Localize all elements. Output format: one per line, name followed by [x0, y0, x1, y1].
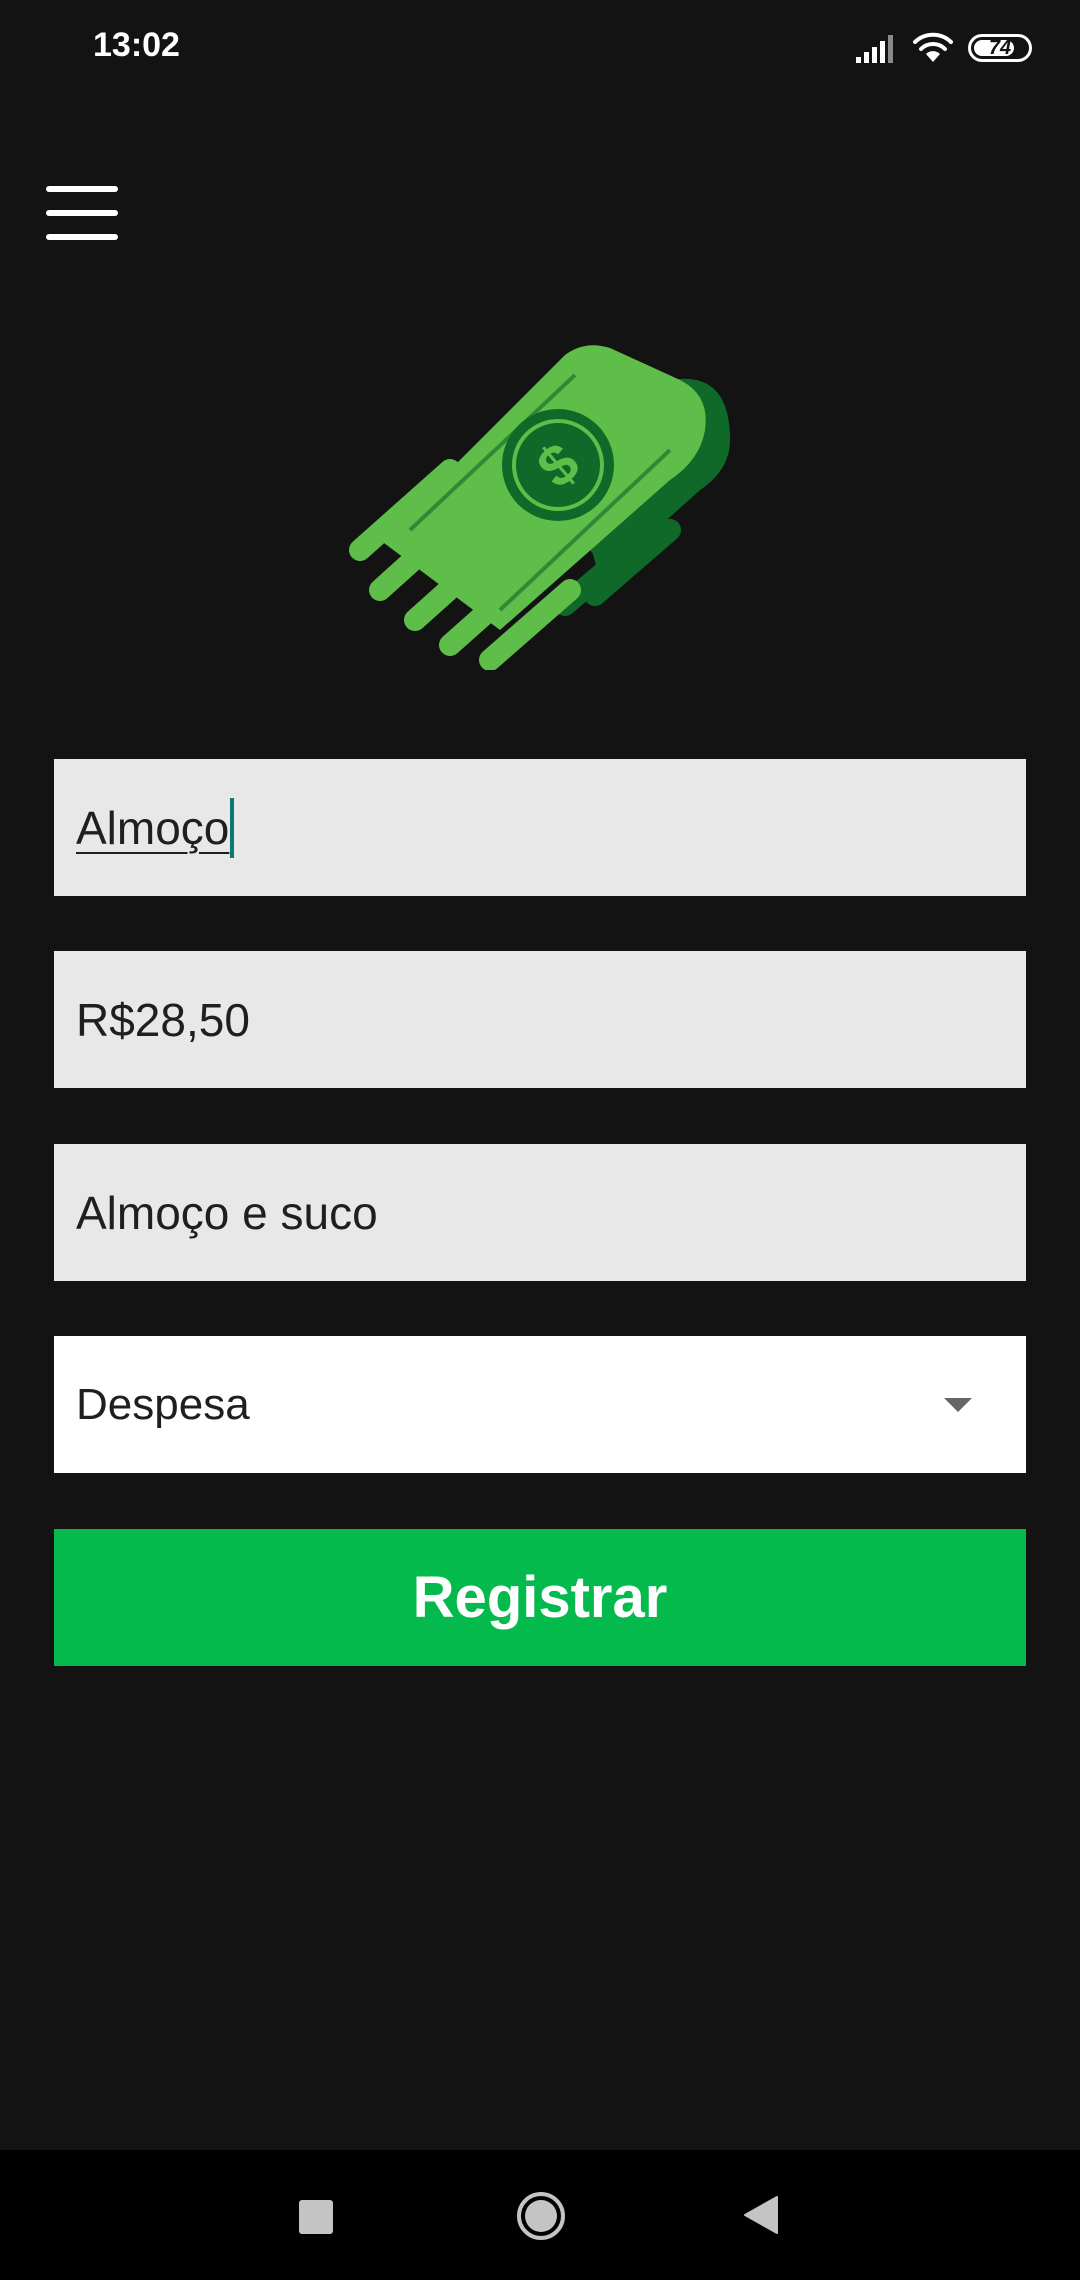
name-field[interactable]: Almoço — [54, 759, 1026, 896]
text-cursor — [230, 797, 235, 858]
status-bar: 13:02 74 — [0, 0, 1080, 96]
status-icons: 74 — [856, 26, 1032, 70]
amount-field[interactable]: R$28,50 — [54, 951, 1026, 1088]
type-select-value: Despesa — [76, 1379, 250, 1429]
signal-icon — [856, 35, 893, 63]
description-field-value: Almoço e suco — [76, 1186, 378, 1239]
type-select[interactable]: Despesa — [54, 1336, 1026, 1473]
amount-field-value: R$28,50 — [76, 993, 250, 1046]
battery-level: 74 — [988, 36, 1012, 59]
screen: 13:02 74 $ Almoço R$28,50 Almoço e suco … — [0, 0, 1080, 2280]
battery-icon: 74 — [968, 34, 1032, 62]
description-field[interactable]: Almoço e suco — [54, 1144, 1026, 1281]
dropdown-arrow-icon — [944, 1397, 972, 1412]
navigation-bar — [0, 2150, 1080, 2280]
status-time: 13:02 — [93, 26, 180, 64]
back-triangle-icon[interactable] — [743, 2195, 779, 2235]
hamburger-menu-icon[interactable] — [46, 186, 118, 240]
name-field-value: Almoço — [76, 801, 230, 854]
wifi-icon — [913, 32, 953, 62]
flying-money-icon: $ — [349, 345, 730, 670]
home-circle-icon[interactable] — [516, 2191, 566, 2241]
register-button[interactable]: Registrar — [54, 1529, 1026, 1666]
recents-square-icon[interactable] — [299, 2200, 333, 2234]
